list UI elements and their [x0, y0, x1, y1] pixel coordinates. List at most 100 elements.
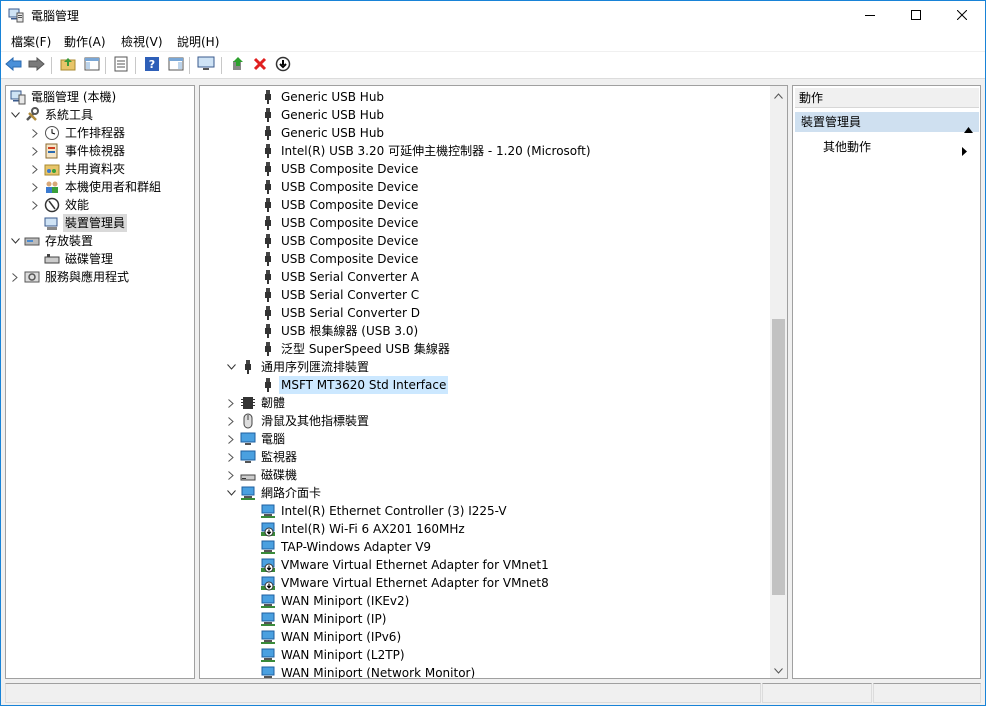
scroll-up-button[interactable]: [770, 86, 787, 103]
usb-device-row[interactable]: USB Composite Device: [260, 178, 420, 196]
menu-bar: 檔案(F) 動作(A) 檢視(V) 說明(H): [1, 29, 985, 51]
scrollbar-thumb[interactable]: [772, 319, 785, 595]
network-adapter-row[interactable]: VMware Virtual Ethernet Adapter for VMne…: [260, 574, 551, 592]
device-label: WAN Miniport (Network Monitor): [281, 666, 476, 679]
chevron-right-icon[interactable]: [10, 268, 20, 286]
usb-device-row[interactable]: USB Serial Converter C: [260, 286, 421, 304]
usb-device-row[interactable]: USB Composite Device: [260, 214, 420, 232]
usb-device-row[interactable]: USB Composite Device: [260, 250, 420, 268]
chevron-right-icon[interactable]: [226, 412, 236, 430]
users-icon: [44, 179, 60, 195]
tree-item-performance[interactable]: 效能: [30, 196, 91, 214]
device-label: VMware Virtual Ethernet Adapter for VMne…: [281, 576, 549, 590]
device-category-row[interactable]: 監視器: [226, 448, 299, 466]
chevron-down-icon[interactable]: [10, 106, 20, 124]
tree-item-disk-management[interactable]: 磁碟管理: [44, 250, 115, 268]
vertical-scrollbar[interactable]: [770, 86, 787, 678]
chevron-right-icon[interactable]: [30, 142, 40, 160]
network-adapter-row[interactable]: Intel(R) Wi-Fi 6 AX201 160MHz: [260, 520, 467, 538]
usb-device-row[interactable]: USB 根集線器 (USB 3.0): [260, 322, 420, 340]
chevron-right-icon[interactable]: [30, 160, 40, 178]
usb-device-row[interactable]: USB Composite Device: [260, 160, 420, 178]
network-adapter-row[interactable]: WAN Miniport (IPv6): [260, 628, 403, 646]
mouse-icon: [240, 413, 256, 429]
usb-icon: [260, 125, 276, 141]
monitor-button[interactable]: [197, 56, 215, 74]
action-pane-button[interactable]: [167, 56, 185, 74]
tree-item-device-manager[interactable]: 裝置管理員: [44, 214, 128, 232]
tree-item-storage[interactable]: 存放裝置: [10, 232, 95, 250]
menu-file[interactable]: 檔案(F): [11, 33, 51, 50]
close-button[interactable]: [939, 1, 985, 29]
usb-icon: [260, 251, 276, 267]
chevron-down-icon: [774, 663, 783, 677]
disable-device-button[interactable]: [274, 56, 292, 74]
up-folder-button[interactable]: [59, 56, 77, 74]
usb-device-row[interactable]: USB Serial Converter D: [260, 304, 422, 322]
status-bar: [5, 683, 981, 703]
chevron-down-icon[interactable]: [226, 358, 236, 376]
tree-item-system-tools[interactable]: 系統工具: [10, 106, 95, 124]
properties-button[interactable]: [112, 56, 130, 74]
maximize-button[interactable]: [893, 1, 939, 29]
actions-section-device-manager[interactable]: 裝置管理員: [795, 112, 979, 133]
network-adapter-row[interactable]: WAN Miniport (L2TP): [260, 646, 407, 664]
network-adapter-row[interactable]: WAN Miniport (IP): [260, 610, 388, 628]
device-category-row[interactable]: 磁碟機: [226, 466, 299, 484]
chevron-right-icon[interactable]: [226, 394, 236, 412]
network-adapter-row[interactable]: WAN Miniport (IKEv2): [260, 592, 411, 610]
scroll-down-button[interactable]: [770, 661, 787, 678]
tree-item-shared-folders[interactable]: 共用資料夾: [30, 160, 127, 178]
chevron-right-icon[interactable]: [226, 448, 236, 466]
storage-icon: [24, 233, 40, 249]
tree-item-local-users-groups[interactable]: 本機使用者和群組: [30, 178, 163, 196]
chevron-right-icon[interactable]: [30, 196, 40, 214]
chevron-right-icon[interactable]: [226, 430, 236, 448]
network-adapter-row[interactable]: TAP-Windows Adapter V9: [260, 538, 433, 556]
usb-device-row[interactable]: Intel(R) USB 3.20 可延伸主機控制器 - 1.20 (Micro…: [260, 142, 593, 160]
update-driver-button[interactable]: [229, 56, 247, 74]
tree-item-services-apps[interactable]: 服務與應用程式: [10, 268, 131, 286]
monitor-icon: [197, 56, 215, 75]
usb-device-row[interactable]: USB Composite Device: [260, 196, 420, 214]
device-category-row[interactable]: 電腦: [226, 430, 287, 448]
menu-view[interactable]: 檢視(V): [121, 33, 163, 50]
title-bar[interactable]: 電腦管理: [1, 1, 985, 29]
device-label: MSFT MT3620 Std Interface: [279, 376, 449, 394]
chevron-right-icon[interactable]: [30, 124, 40, 142]
back-button[interactable]: [5, 56, 23, 74]
network-adapter-row[interactable]: Intel(R) Ethernet Controller (3) I225-V: [260, 502, 509, 520]
device-label: USB Composite Device: [281, 162, 419, 176]
minimize-button[interactable]: [847, 1, 893, 29]
device-category-serial-bus[interactable]: 通用序列匯流排裝置: [226, 358, 371, 376]
uninstall-button[interactable]: [251, 56, 269, 74]
usb-device-row[interactable]: 泛型 SuperSpeed USB 集線器: [260, 340, 452, 358]
menu-help[interactable]: 說明(H): [177, 33, 219, 50]
chevron-right-icon[interactable]: [226, 466, 236, 484]
chevron-right-icon[interactable]: [30, 178, 40, 196]
tree-root[interactable]: 電腦管理 (本機): [10, 88, 118, 106]
show-hide-tree-button[interactable]: [83, 56, 101, 74]
more-actions-label: 其他動作: [823, 140, 872, 154]
menu-action[interactable]: 動作(A): [64, 33, 106, 50]
usb-icon: [260, 215, 276, 231]
usb-device-row[interactable]: USB Serial Converter A: [260, 268, 421, 286]
device-category-network[interactable]: 網路介面卡: [226, 484, 323, 502]
network-adapter-row[interactable]: WAN Miniport (Network Monitor): [260, 664, 477, 679]
tree-item-event-viewer[interactable]: 事件檢視器: [30, 142, 127, 160]
forward-button[interactable]: [27, 56, 45, 74]
serial-bus-device-row[interactable]: MSFT MT3620 Std Interface: [260, 376, 449, 394]
tree-item-label: 本機使用者和群組: [65, 180, 162, 194]
usb-device-row[interactable]: Generic USB Hub: [260, 88, 386, 106]
network-adapter-row[interactable]: VMware Virtual Ethernet Adapter for VMne…: [260, 556, 551, 574]
chevron-down-icon[interactable]: [10, 232, 20, 250]
chevron-down-icon[interactable]: [226, 484, 236, 502]
more-actions-item[interactable]: 其他動作: [823, 138, 973, 156]
device-category-row[interactable]: 滑鼠及其他指標裝置: [226, 412, 371, 430]
tree-item-task-scheduler[interactable]: 工作排程器: [30, 124, 127, 142]
usb-device-row[interactable]: Generic USB Hub: [260, 124, 386, 142]
device-category-row[interactable]: 韌體: [226, 394, 287, 412]
help-button[interactable]: ?: [143, 56, 161, 74]
usb-device-row[interactable]: Generic USB Hub: [260, 106, 386, 124]
usb-device-row[interactable]: USB Composite Device: [260, 232, 420, 250]
